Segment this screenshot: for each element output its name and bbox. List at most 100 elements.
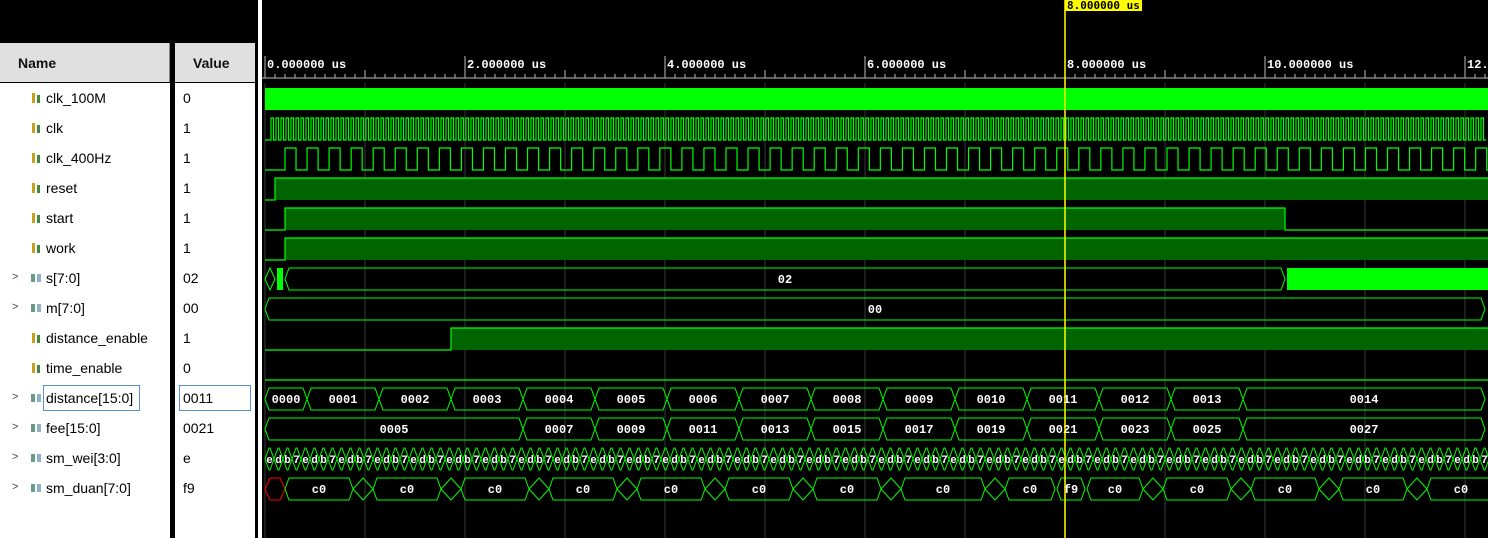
wave-sm_duan-value-label: c0 xyxy=(312,483,326,497)
wave-sm_wei-value-label: b xyxy=(284,455,291,467)
wave-sm_wei-value-label: d xyxy=(527,455,534,467)
wave-sm_wei-value-label: d xyxy=(1175,455,1182,467)
wave-distance-value-label: 0008 xyxy=(833,393,862,407)
wave-sm_wei-value-label: d xyxy=(779,455,786,467)
signal-row-name[interactable]: > s[7:0] xyxy=(0,263,170,293)
wave-sm_wei-value-label: e xyxy=(878,455,885,467)
signal-value: 0 xyxy=(183,360,191,376)
signal-row-value[interactable]: 1 xyxy=(175,203,255,233)
wave-sm_wei-value-label: e xyxy=(374,455,381,467)
signal-value: 1 xyxy=(183,180,191,196)
signal-value: 00 xyxy=(183,300,199,316)
signal-row-value[interactable]: 1 xyxy=(175,143,255,173)
signal-row-name[interactable]: > fee[15:0] xyxy=(0,413,170,443)
wave-sm_wei-value-label: b xyxy=(1256,455,1263,467)
waveform-canvas[interactable]: 0.000000 us 2.000000 us 4.000000 us 6.00000… xyxy=(262,0,1488,538)
ruler-tick-label: 6.000000 us xyxy=(867,58,946,72)
wave-sm_wei-value-label: b xyxy=(1004,455,1011,467)
wave-sm_wei-value-label: d xyxy=(1283,455,1290,467)
signal-row-name[interactable]: > sm_wei[3:0] xyxy=(0,443,170,473)
wave-sm_wei-value-label: b xyxy=(968,455,975,467)
wave-sm_wei-value-label: d xyxy=(995,455,1002,467)
bus-icon xyxy=(31,454,41,462)
wave-clk xyxy=(265,117,1486,141)
signal-row-value[interactable]: 02 xyxy=(175,263,255,293)
wave-sm_wei-value-label: d xyxy=(1031,455,1038,467)
s-glitch xyxy=(264,266,276,292)
wave-sm_wei-value-label: d xyxy=(671,455,678,467)
wave-sm_wei-value-label: d xyxy=(1427,455,1434,467)
wave-sm_wei-value-label: d xyxy=(275,455,282,467)
wave-sm_wei-value-label: 7 xyxy=(977,455,984,467)
wave-sm_wei-value-label: b xyxy=(752,455,759,467)
expand-chevron-icon[interactable]: > xyxy=(12,421,18,433)
wave-sm_wei-value-label: d xyxy=(1103,455,1110,467)
wave-sm_wei-value-label: 7 xyxy=(1481,455,1488,467)
signal-row-value[interactable]: 1 xyxy=(175,173,255,203)
signal-row-name[interactable]: > m[7:0] xyxy=(0,293,170,323)
cursor-time-label[interactable]: 8.000000 us xyxy=(1065,0,1142,11)
signal-row-value[interactable]: 1 xyxy=(175,323,255,353)
bus-icon xyxy=(31,484,41,492)
wave-sm_wei-value-label: e xyxy=(1382,455,1389,467)
wave-sm_wei-value-label: d xyxy=(491,455,498,467)
sm_duan-transition xyxy=(1142,477,1164,501)
signal-row-name[interactable]: clk xyxy=(0,113,170,143)
wave-sm_wei-value-label: 7 xyxy=(1085,455,1092,467)
wave-sm_wei-value-label: d xyxy=(743,455,750,467)
s-glitch-fill xyxy=(277,268,283,290)
wave-sm_wei-value-label: e xyxy=(518,455,525,467)
expand-chevron-icon[interactable]: > xyxy=(12,271,18,283)
wave-sm_wei-value-label: 7 xyxy=(1229,455,1236,467)
signal-row-value[interactable]: 0 xyxy=(175,83,255,113)
signal-row-value[interactable]: f9 xyxy=(175,473,255,503)
wave-sm_wei-value-label: e xyxy=(698,455,705,467)
signal-row-name[interactable]: start xyxy=(0,203,170,233)
wire-icon xyxy=(32,333,40,343)
signal-row-value[interactable]: 00 xyxy=(175,293,255,323)
signal-row-name[interactable]: > distance[15:0] xyxy=(0,383,170,413)
signal-row-value[interactable]: 1 xyxy=(175,113,255,143)
wave-sm_duan-value-label: c0 xyxy=(752,483,766,497)
signal-row-name[interactable]: time_enable xyxy=(0,353,170,383)
sm_duan-transition xyxy=(792,477,814,501)
value-column-header[interactable]: Value xyxy=(175,43,255,82)
ruler-tick-label: 10.000000 us xyxy=(1267,58,1353,72)
expand-chevron-icon[interactable]: > xyxy=(12,481,18,493)
signal-value: 1 xyxy=(183,240,191,256)
wave-fee-value-label: 0013 xyxy=(761,423,790,437)
wave-fee-value-label: 0021 xyxy=(1049,423,1078,437)
wave-sm_wei-value-label: 7 xyxy=(1337,455,1344,467)
expand-chevron-icon[interactable]: > xyxy=(12,451,18,463)
wave-sm_wei-value-label: e xyxy=(590,455,597,467)
wave-sm_wei-value-label: e xyxy=(1022,455,1029,467)
selection-outline xyxy=(43,385,140,411)
wave-sm_wei-value-label: e xyxy=(662,455,669,467)
signal-row-name[interactable]: distance_enable xyxy=(0,323,170,353)
wave-m-value-label: 00 xyxy=(868,303,882,317)
signal-row-value[interactable]: 1 xyxy=(175,233,255,263)
signal-row-name[interactable]: reset xyxy=(0,173,170,203)
signal-value: 0021 xyxy=(183,420,215,436)
wave-sm_wei-value-label: b xyxy=(1184,455,1191,467)
signal-row-name[interactable]: work xyxy=(0,233,170,263)
expand-chevron-icon[interactable]: > xyxy=(12,391,18,403)
wave-distance-value-label: 0005 xyxy=(617,393,646,407)
expand-chevron-icon[interactable]: > xyxy=(12,301,18,313)
wave-distance-value-label: 0001 xyxy=(329,393,358,407)
name-column-header[interactable]: Name xyxy=(0,43,170,82)
signal-row-name[interactable]: clk_400Hz xyxy=(0,143,170,173)
wave-sm_wei-value-label: e xyxy=(1166,455,1173,467)
wave-sm_wei-value-label: 7 xyxy=(545,455,552,467)
signal-row-name[interactable]: clk_100M xyxy=(0,83,170,113)
signal-row-name[interactable]: > sm_duan[7:0] xyxy=(0,473,170,503)
signal-row-value[interactable]: e xyxy=(175,443,255,473)
signal-row-value[interactable]: 0021 xyxy=(175,413,255,443)
signal-row-value[interactable]: 0011 xyxy=(175,383,255,413)
wave-distance-value-label: 0014 xyxy=(1350,393,1379,407)
wave-sm_wei-value-label: e xyxy=(914,455,921,467)
ruler-tick-label: 8.000000 us xyxy=(1067,58,1146,72)
signal-row-value[interactable]: 0 xyxy=(175,353,255,383)
wave-sm_wei-value-label: 7 xyxy=(761,455,768,467)
sm_duan-transition xyxy=(352,477,374,501)
